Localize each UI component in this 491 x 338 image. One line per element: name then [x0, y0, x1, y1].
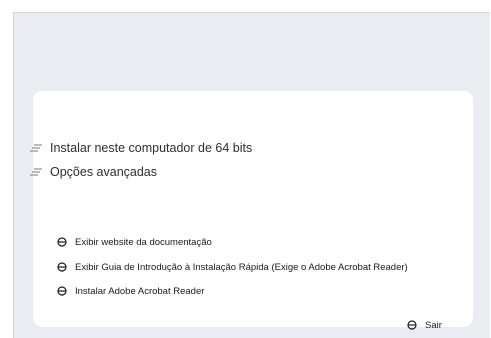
documentation-website-link[interactable]: Exibir website da documentação — [57, 235, 212, 249]
advanced-options-label: Opções avançadas — [50, 165, 158, 179]
disc-bullet-icon — [407, 320, 417, 330]
install-acrobat-reader-link[interactable]: Instalar Adobe Acrobat Reader — [57, 284, 204, 298]
disc-bullet-icon — [57, 237, 67, 247]
install-64bit-option[interactable]: Instalar neste computador de 64 bits — [29, 138, 252, 158]
install-acrobat-reader-label: Instalar Adobe Acrobat Reader — [75, 285, 205, 297]
documentation-website-label: Exibir website da documentação — [75, 236, 212, 248]
quick-install-guide-label: Exibir Guia de Introdução à Instalação R… — [75, 261, 408, 273]
disc-bullet-icon — [57, 286, 67, 296]
lines-icon — [30, 168, 42, 176]
exit-label: Sair — [425, 319, 442, 331]
install-64bit-label: Instalar neste computador de 64 bits — [50, 141, 253, 155]
exit-button[interactable]: Sair — [407, 318, 442, 332]
installer-window: Instalar neste computador de 64 bits Opç… — [0, 0, 491, 338]
disc-bullet-icon — [57, 262, 67, 272]
quick-install-guide-link[interactable]: Exibir Guia de Introdução à Instalação R… — [57, 260, 408, 274]
lines-icon — [30, 144, 42, 152]
advanced-options-option[interactable]: Opções avançadas — [29, 162, 157, 182]
